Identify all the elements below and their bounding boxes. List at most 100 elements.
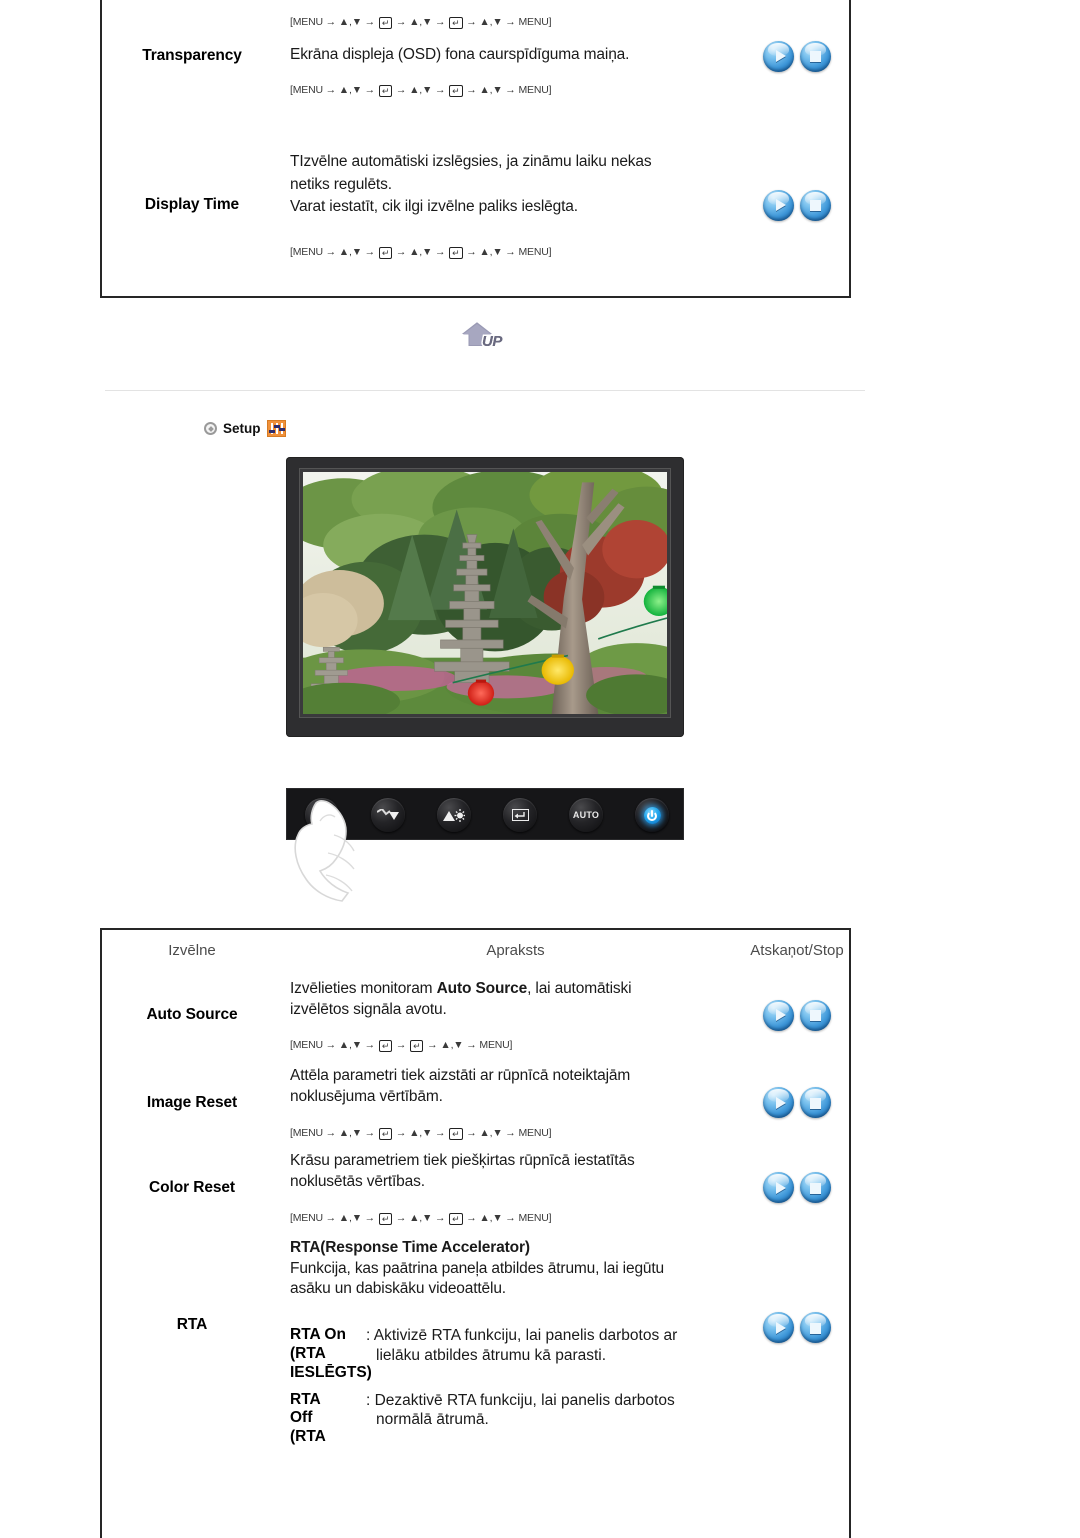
- row-menu-cell: Display Time: [102, 116, 282, 294]
- rta-option-off-value: : Dezaktivē RTA funkciju, lai panelis da…: [366, 1391, 741, 1448]
- garden-photo: [303, 472, 667, 714]
- brightness-button[interactable]: [437, 798, 471, 832]
- brightness-icon: [443, 808, 465, 822]
- enter-icon: [511, 809, 529, 821]
- monitor-illustration: [286, 457, 684, 737]
- osd-keypath-transparency-before: [MENU → ▲,▼ → ↵ → ▲,▼ → ↵ → ▲,▼ → MENU]: [290, 15, 552, 29]
- rta-off-key-line3: (RTA: [290, 1428, 326, 1446]
- row-controls-cell: [745, 116, 849, 294]
- header-label-apraksts: Apraksts: [486, 941, 545, 959]
- table-row: Image Reset Attēla parametri tiek aizstā…: [102, 1060, 849, 1145]
- rta-option-off: RTA Off (RTA : Dezaktivē RTA funkciju, l…: [290, 1391, 741, 1448]
- row-description-cell: RTA(Response Time Accelerator) Funkcija,…: [282, 1238, 745, 1447]
- description-color-reset-line1: Krāsu parametriem tiek piešķirtas rūpnīc…: [290, 1152, 635, 1170]
- sliders-icon: [266, 420, 286, 437]
- stop-button[interactable]: [800, 189, 831, 221]
- play-button[interactable]: [763, 1087, 794, 1118]
- table-row: RTA RTA(Response Time Accelerator) Funkc…: [102, 1230, 849, 1445]
- rta-option-on-value: : Aktivizē RTA funkciju, lai panelis dar…: [366, 1326, 741, 1383]
- row-menu-cell: Image Reset: [102, 1060, 282, 1145]
- osd-keypath-image-reset: [MENU → ▲,▼ → ↵ → ▲,▼ → ↵ → ▲,▼ → MENU]: [290, 1126, 552, 1140]
- row-description-cell: TIzvēlne automātiski izslēgsies, ja zinā…: [282, 116, 745, 294]
- desc-part-c: , lai automātiski: [527, 979, 632, 997]
- rta-title: RTA(Response Time Accelerator): [290, 1239, 530, 1256]
- description-rta-line1: Funkcija, kas paātrina paneļa atbildes ā…: [290, 1259, 665, 1277]
- description-color-reset-line2: noklusētās vērtības.: [290, 1173, 425, 1190]
- row-controls-cell: [745, 1060, 849, 1145]
- row-controls-cell: [745, 970, 849, 1060]
- menu-label-auto-source: Auto Source: [146, 1006, 238, 1023]
- row-description-cell: [MENU → ▲,▼ → ↵ → ▲,▼ → ↵ → ▲,▼ → MENU] …: [282, 0, 745, 116]
- enter-button[interactable]: [503, 798, 537, 832]
- table-row: Auto Source Izvēlieties monitoram Auto S…: [102, 970, 849, 1060]
- table-header-row: Izvēlne Apraksts Atskaņot/Stop: [102, 930, 849, 970]
- row-menu-cell: Color Reset: [102, 1145, 282, 1230]
- description-auto-source-line1: Izvēlieties monitoram Auto Source, lai a…: [290, 979, 741, 1000]
- rta-off-value-line1: : Dezaktivē RTA funkciju, lai panelis da…: [366, 1391, 675, 1409]
- description-rta-line2: asāku un dabiskāku videoattēlu.: [290, 1280, 506, 1298]
- stop-button[interactable]: [800, 1087, 831, 1118]
- monitor-screen: [303, 472, 667, 714]
- description-auto-source-line2: izvēlētos signāla avotu.: [290, 1000, 447, 1018]
- up-button[interactable]: UP UP: [458, 320, 520, 356]
- hand-pointer-illustration: [294, 800, 355, 902]
- menu-label-image-reset: Image Reset: [146, 1093, 238, 1111]
- row-description-cell: Krāsu parametriem tiek piešķirtas rūpnīc…: [282, 1145, 745, 1230]
- setup-section-heading: Setup: [204, 420, 286, 437]
- osd-settings-table: Transparency [MENU → ▲,▼ → ↵ → ▲,▼ → ↵ →…: [100, 0, 851, 298]
- power-button[interactable]: [635, 798, 669, 832]
- play-button[interactable]: [763, 1172, 794, 1203]
- monitor-bezel: [299, 468, 671, 718]
- rta-on-key-line3: IESLĒGTS): [290, 1363, 372, 1381]
- rta-on-value-line1: : Aktivizē RTA funkciju, lai panelis dar…: [366, 1326, 678, 1344]
- menu-label-display-time: Display Time: [144, 196, 240, 213]
- table-row: Transparency [MENU → ▲,▼ → ↵ → ▲,▼ → ↵ →…: [102, 0, 849, 116]
- stop-button[interactable]: [800, 1312, 831, 1343]
- header-cell-description: Apraksts: [282, 942, 745, 959]
- row-description-cell: Izvēlieties monitoram Auto Source, lai a…: [282, 970, 745, 1060]
- play-button[interactable]: [763, 189, 794, 221]
- desc-part-bold: Auto Source: [436, 979, 528, 997]
- description-display-time-line3: Varat iestatīt, cik ilgi izvēlne paliks …: [290, 198, 578, 216]
- auto-button[interactable]: AUTO: [569, 798, 603, 832]
- rta-off-key-line2: Off: [290, 1409, 313, 1427]
- setup-settings-table: Izvēlne Apraksts Atskaņot/Stop Auto Sour…: [100, 928, 851, 1538]
- up-button-label-fill: UP: [482, 333, 502, 350]
- osd-keypath-auto-source: [MENU → ▲,▼ → ↵ → ↵ → ▲,▼ → MENU]: [290, 1039, 513, 1053]
- play-button[interactable]: [763, 999, 794, 1031]
- osd-keypath-display-time: [MENU → ▲,▼ → ↵ → ▲,▼ → ↵ → ▲,▼ → MENU]: [290, 245, 552, 259]
- stop-button[interactable]: [800, 1172, 831, 1203]
- play-button[interactable]: [763, 40, 794, 72]
- row-controls-cell: [745, 1145, 849, 1230]
- osd-keypath-transparency-after: [MENU → ▲,▼ → ↵ → ▲,▼ → ↵ → ▲,▼ → MENU]: [290, 84, 552, 98]
- play-button[interactable]: [763, 1312, 794, 1343]
- rta-on-value-line2: lielāku atbildes ātrumu kā parasti.: [376, 1346, 607, 1364]
- row-controls-cell: [745, 0, 849, 116]
- rta-on-key-line2: (RTA: [290, 1344, 326, 1362]
- desc-part-a: Izvēlieties monitoram: [290, 979, 437, 997]
- rta-option-on: RTA On (RTA IESLĒGTS) : Aktivizē RTA fun…: [290, 1326, 741, 1383]
- setup-heading-label: Setup: [223, 421, 261, 436]
- rta-option-off-key: RTA Off (RTA: [290, 1391, 366, 1448]
- row-menu-cell: Auto Source: [102, 970, 282, 1060]
- row-controls-cell: [745, 1238, 849, 1343]
- description-transparency: Ekrāna displeja (OSD) fona caurspīdīguma…: [290, 45, 630, 63]
- description-image-reset-line2: noklusējuma vērtībām.: [290, 1088, 443, 1105]
- menu-label-rta: RTA: [176, 1316, 208, 1333]
- description-image-reset-line1: Attēla parametri tiek aizstāti ar rūpnīc…: [290, 1067, 631, 1085]
- table-row: Display Time TIzvēlne automātiski izslēg…: [102, 116, 849, 294]
- description-display-time-line2: netiks regulēts.: [290, 175, 392, 193]
- stop-button[interactable]: [800, 999, 831, 1031]
- table-row: Color Reset Krāsu parametriem tiek piešķ…: [102, 1145, 849, 1230]
- header-cell-menu: Izvēlne: [102, 942, 282, 959]
- rta-on-key-line1: RTA On: [290, 1325, 346, 1343]
- header-cell-controls: Atskaņot/Stop: [745, 942, 849, 959]
- power-icon: [643, 806, 661, 824]
- row-description-cell: Attēla parametri tiek aizstāti ar rūpnīc…: [282, 1060, 745, 1145]
- menu-label-transparency: Transparency: [142, 47, 242, 64]
- rta-off-value-line2: normālā ātrumā.: [376, 1411, 489, 1429]
- rta-option-on-key: RTA On (RTA IESLĒGTS): [290, 1325, 372, 1383]
- stop-button[interactable]: [800, 40, 831, 72]
- row-menu-cell: Transparency: [102, 0, 282, 116]
- row-menu-cell: RTA: [102, 1238, 282, 1334]
